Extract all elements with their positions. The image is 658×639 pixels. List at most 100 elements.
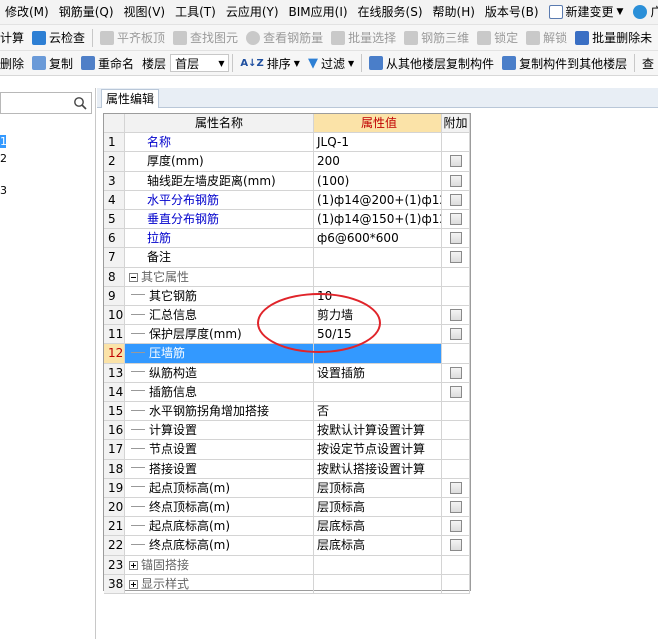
- delete-button[interactable]: 删除: [0, 52, 28, 74]
- menu-online-service[interactable]: 在线服务(S): [353, 0, 428, 24]
- property-value-cell[interactable]: 剪力墙: [314, 306, 442, 325]
- property-value-cell[interactable]: [314, 344, 442, 363]
- table-row[interactable]: 11 保护层厚度(mm) 50/15: [104, 325, 470, 345]
- menu-cloud[interactable]: 云应用(Y): [221, 0, 284, 24]
- property-name-cell[interactable]: 拉筋: [125, 229, 314, 248]
- property-value-cell[interactable]: [314, 555, 442, 574]
- property-name-cell[interactable]: 显示样式: [125, 574, 314, 593]
- add-checkbox[interactable]: [450, 155, 462, 168]
- calculate-button[interactable]: 计算: [0, 27, 28, 49]
- rebar-3d-button[interactable]: 钢筋三维: [400, 27, 473, 49]
- batch-select-button[interactable]: 批量选择: [327, 27, 400, 49]
- property-value-cell[interactable]: 按设定节点设置计算: [314, 440, 442, 459]
- property-value-cell[interactable]: 否: [314, 402, 442, 421]
- property-value-cell[interactable]: (1)ф14@200+(1)ф12: [314, 190, 442, 209]
- table-row[interactable]: 17 节点设置 按设定节点设置计算: [104, 440, 470, 460]
- menu-tools[interactable]: 工具(T): [170, 0, 221, 24]
- menu-rebar-quantity[interactable]: 钢筋量(Q): [54, 0, 119, 24]
- table-row[interactable]: 3 轴线距左墙皮距离(mm) (100): [104, 171, 470, 191]
- property-value-cell[interactable]: 层顶标高: [314, 498, 442, 517]
- property-name-cell[interactable]: 节点设置: [125, 440, 314, 459]
- property-name-cell[interactable]: 起点底标高(m): [125, 517, 314, 536]
- find-element-button[interactable]: 查找图元: [169, 27, 242, 49]
- table-row[interactable]: 1 名称 JLQ-1: [104, 133, 470, 153]
- table-row[interactable]: 9 其它钢筋 10: [104, 286, 470, 306]
- table-row[interactable]: 18 搭接设置 按默认搭接设置计算: [104, 459, 470, 479]
- property-name-cell[interactable]: 厚度(mm): [125, 152, 314, 171]
- expand-plus-icon[interactable]: [129, 579, 138, 589]
- property-name-cell[interactable]: 终点底标高(m): [125, 536, 314, 555]
- menu-account[interactable]: 广小: [628, 0, 658, 24]
- table-row[interactable]: 14 插筋信息: [104, 382, 470, 402]
- property-value-cell[interactable]: [314, 574, 442, 593]
- tree-item[interactable]: 3: [0, 184, 7, 197]
- table-row[interactable]: 10 汇总信息 剪力墙: [104, 306, 470, 326]
- header-property-name[interactable]: 属性名称: [125, 114, 314, 133]
- add-checkbox[interactable]: [450, 501, 462, 513]
- menu-help[interactable]: 帮助(H): [428, 0, 480, 24]
- add-checkbox[interactable]: [450, 232, 462, 245]
- property-name-cell[interactable]: 压墙筋: [125, 344, 314, 363]
- add-checkbox[interactable]: [450, 174, 462, 187]
- property-value-cell[interactable]: JLQ-1: [314, 133, 442, 152]
- property-name-cell[interactable]: 终点顶标高(m): [125, 498, 314, 517]
- add-checkbox[interactable]: [450, 539, 462, 552]
- table-row[interactable]: 20 终点顶标高(m) 层顶标高: [104, 498, 470, 518]
- table-row[interactable]: 6 拉筋 ф6@600*600: [104, 229, 470, 249]
- property-name-cell[interactable]: 备注: [125, 248, 314, 267]
- lock-button[interactable]: 锁定: [473, 27, 522, 49]
- table-row[interactable]: 16 计算设置 按默认计算设置计算: [104, 421, 470, 441]
- property-name-cell[interactable]: 汇总信息: [125, 306, 314, 325]
- property-name-cell[interactable]: 其它钢筋: [125, 286, 314, 305]
- property-name-cell[interactable]: 搭接设置: [125, 459, 314, 478]
- table-row[interactable]: 8 其它属性: [104, 267, 470, 287]
- property-name-cell[interactable]: 计算设置: [125, 421, 314, 440]
- property-value-cell[interactable]: ф6@600*600: [314, 229, 442, 248]
- collapse-minus-icon[interactable]: [129, 272, 138, 282]
- add-checkbox[interactable]: [450, 193, 462, 206]
- table-row[interactable]: 7 备注: [104, 248, 470, 268]
- property-value-cell[interactable]: 200: [314, 152, 442, 171]
- property-value-cell[interactable]: [314, 267, 442, 286]
- property-value-cell[interactable]: 层底标高: [314, 517, 442, 536]
- property-value-cell[interactable]: 按默认搭接设置计算: [314, 459, 442, 478]
- table-row[interactable]: 13 纵筋构造 设置插筋: [104, 363, 470, 383]
- table-row[interactable]: 12 压墙筋: [104, 344, 470, 364]
- table-row[interactable]: 23 锚固搭接: [104, 555, 470, 575]
- more-button[interactable]: 查: [638, 52, 658, 74]
- table-row[interactable]: 38 显示样式: [104, 574, 470, 594]
- table-row[interactable]: 2 厚度(mm) 200: [104, 152, 470, 172]
- sort-button[interactable]: A↓Z 排序 ▼: [236, 52, 304, 74]
- tab-property-edit[interactable]: 属性编辑: [101, 89, 160, 108]
- add-checkbox[interactable]: [450, 328, 462, 341]
- menu-bim[interactable]: BIM应用(I): [284, 0, 353, 24]
- copy-to-floor-button[interactable]: 复制构件到其他楼层: [498, 52, 631, 74]
- table-row[interactable]: 22 终点底标高(m) 层底标高: [104, 536, 470, 556]
- add-checkbox[interactable]: [450, 213, 462, 225]
- component-search-input[interactable]: [0, 92, 92, 114]
- table-row[interactable]: 5 垂直分布钢筋 (1)ф14@150+(1)ф12: [104, 210, 470, 230]
- menu-view[interactable]: 视图(V): [119, 0, 171, 24]
- property-name-cell[interactable]: 轴线距左墙皮距离(mm): [125, 171, 314, 190]
- batch-delete-button[interactable]: 批量删除未: [571, 27, 656, 49]
- property-name-cell[interactable]: 其它属性: [125, 267, 314, 286]
- cloud-check-button[interactable]: 云检查: [28, 27, 89, 49]
- align-slab-top-button[interactable]: 平齐板顶: [96, 27, 169, 49]
- add-checkbox[interactable]: [450, 251, 462, 264]
- table-row[interactable]: 19 起点顶标高(m) 层顶标高: [104, 478, 470, 498]
- property-value-cell[interactable]: 10: [314, 286, 442, 305]
- menu-new-change[interactable]: 新建变更 ▼: [544, 0, 629, 24]
- add-checkbox[interactable]: [450, 366, 462, 379]
- header-add[interactable]: 附加: [442, 114, 470, 133]
- property-value-cell[interactable]: 按默认计算设置计算: [314, 421, 442, 440]
- property-value-cell[interactable]: 设置插筋: [314, 363, 442, 382]
- menu-modify[interactable]: 修改(M): [0, 0, 54, 24]
- add-checkbox[interactable]: [450, 481, 462, 494]
- property-name-cell[interactable]: 起点顶标高(m): [125, 478, 314, 497]
- copy-from-floor-button[interactable]: 从其他楼层复制构件: [365, 52, 498, 74]
- view-rebar-quantity-button[interactable]: 查看钢筋量: [242, 27, 327, 49]
- property-value-cell[interactable]: (1)ф14@150+(1)ф12: [314, 210, 442, 229]
- add-checkbox[interactable]: [450, 309, 462, 321]
- add-checkbox[interactable]: [450, 520, 462, 533]
- search-icon[interactable]: [73, 96, 87, 110]
